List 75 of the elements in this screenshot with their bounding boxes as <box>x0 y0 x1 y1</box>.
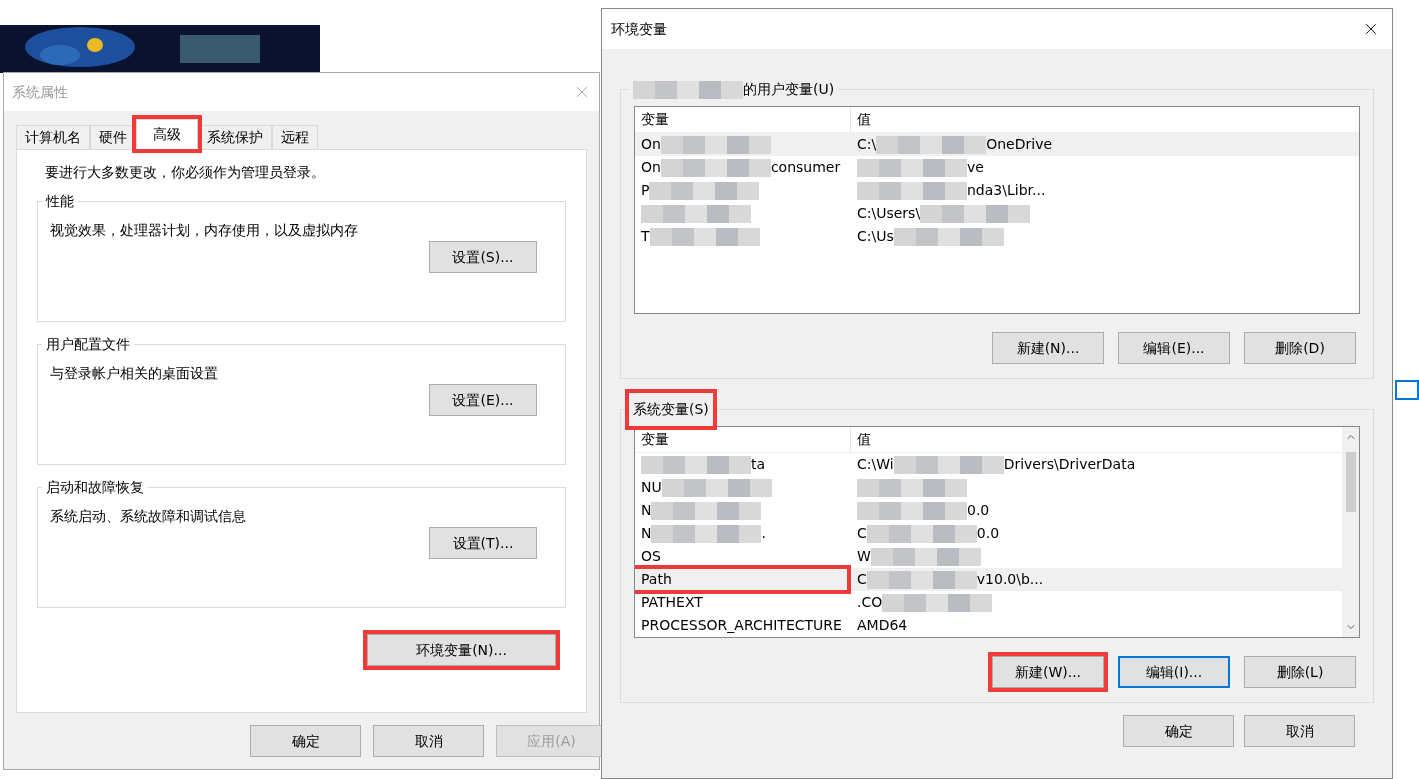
group-description: 与登录帐户相关的桌面设置 <box>50 364 219 383</box>
tab[interactable]: 远程 <box>272 125 318 149</box>
scrollbar-thumb[interactable] <box>1345 452 1356 512</box>
admin-notice: 要进行大多数更改，你必须作为管理员登录。 <box>44 163 326 182</box>
column-header[interactable]: 值 <box>851 107 1359 132</box>
variable-value: C:\Wi <box>857 455 894 474</box>
dialog-button[interactable]: 确定 <box>250 725 361 757</box>
variable-value: C:\Users\ <box>857 204 921 223</box>
variable-row[interactable]: PROCESSOR_ARCHITECTURE AMD64 <box>635 614 1342 637</box>
variable-value: W <box>857 547 871 566</box>
variable-row[interactable]: Path C v10.0\b... <box>635 568 1342 591</box>
dialog-button[interactable]: 设置(T)... <box>429 527 537 559</box>
group-title-text: 系统变量(S) <box>633 400 709 419</box>
variable-value: ve <box>967 158 984 177</box>
variable-name: N <box>641 501 652 520</box>
background-control <box>1395 380 1419 400</box>
variable-name: PATHEXT <box>641 593 703 612</box>
variable-name: consumer <box>770 158 841 177</box>
scrollbar[interactable] <box>1342 427 1359 637</box>
dialog-button[interactable]: 删除(L) <box>1244 656 1356 688</box>
variable-name: PROCESSOR_ARCHITECTURE <box>641 616 842 635</box>
group-title: 启动和故障恢复 <box>45 478 145 497</box>
variable-row[interactable]: OS W <box>635 545 1342 568</box>
dialog-button[interactable]: 编辑(I)... <box>1118 656 1230 688</box>
variable-row[interactable]: P nda3\Libr... <box>635 179 1359 202</box>
variable-name: On <box>641 135 661 154</box>
dialog-button[interactable]: 取消 <box>1244 715 1355 747</box>
window-title: 环境变量 <box>611 19 667 39</box>
dialog-button[interactable]: 设置(E)... <box>429 384 537 416</box>
column-header[interactable]: 值 <box>851 427 1342 452</box>
dialog-button[interactable]: 删除(D) <box>1244 332 1356 364</box>
variable-value: C:\ <box>857 135 877 154</box>
dialog-button[interactable]: 设置(S)... <box>429 241 537 273</box>
window-title: 系统属性 <box>12 82 68 102</box>
variable-name: NU <box>641 478 662 497</box>
variable-value: C:\Us <box>857 227 894 246</box>
variable-row[interactable]: N 0.0 <box>635 499 1342 522</box>
variable-row[interactable]: ta C:\Wi Drivers\DriverData <box>635 453 1342 476</box>
dialog-button[interactable]: 取消 <box>373 725 484 757</box>
variable-value: .CO <box>857 593 883 612</box>
variable-row[interactable]: NU <box>635 476 1342 499</box>
variable-value: Drivers\DriverData <box>1003 455 1136 474</box>
variable-name: Path <box>641 570 672 589</box>
variable-value: C <box>857 524 867 543</box>
variable-name: P <box>641 181 650 200</box>
dialog-button[interactable]: 新建(N)... <box>992 332 1104 364</box>
variable-value: OneDrive <box>986 135 1053 154</box>
variable-row[interactable]: T C:\Us <box>635 225 1359 248</box>
variable-name: OS <box>641 547 661 566</box>
dialog-button[interactable]: 确定 <box>1123 715 1234 747</box>
variable-value: AMD64 <box>857 616 908 635</box>
variable-name: On <box>641 158 661 177</box>
variable-name: T <box>641 227 650 246</box>
variable-value: v10.0\b... <box>976 570 1044 589</box>
group-description: 系统启动、系统故障和调试信息 <box>50 507 247 526</box>
dialog-button[interactable]: 编辑(E)... <box>1118 332 1230 364</box>
column-header[interactable]: 变量 <box>635 107 851 132</box>
variable-name: N <box>641 524 652 543</box>
variable-value: 0.0 <box>967 501 990 520</box>
group-title: 性能 <box>44 192 75 211</box>
variable-value: 0.0 <box>976 524 1000 543</box>
variable-row[interactable]: On C:\ OneDrive <box>635 133 1359 156</box>
variable-value: C <box>857 570 867 589</box>
variable-row[interactable]: C:\Users\ <box>635 202 1359 225</box>
tab[interactable]: 计算机名 <box>16 125 90 149</box>
variable-row[interactable]: N . C 0.0 <box>635 522 1342 545</box>
group-title-text: 的用户变量(U) <box>743 80 835 99</box>
variable-row[interactable]: On consumer ve <box>635 156 1359 179</box>
variable-name: ta <box>751 455 766 474</box>
column-header[interactable]: 变量 <box>635 427 851 452</box>
group-description: 视觉效果，处理器计划，内存使用，以及虚拟内存 <box>50 221 359 240</box>
group-title: 用户配置文件 <box>45 335 131 354</box>
variable-row[interactable]: PATHEXT .CO <box>635 591 1342 614</box>
variable-name: . <box>761 524 766 543</box>
variable-value: nda3\Libr... <box>967 181 1046 200</box>
